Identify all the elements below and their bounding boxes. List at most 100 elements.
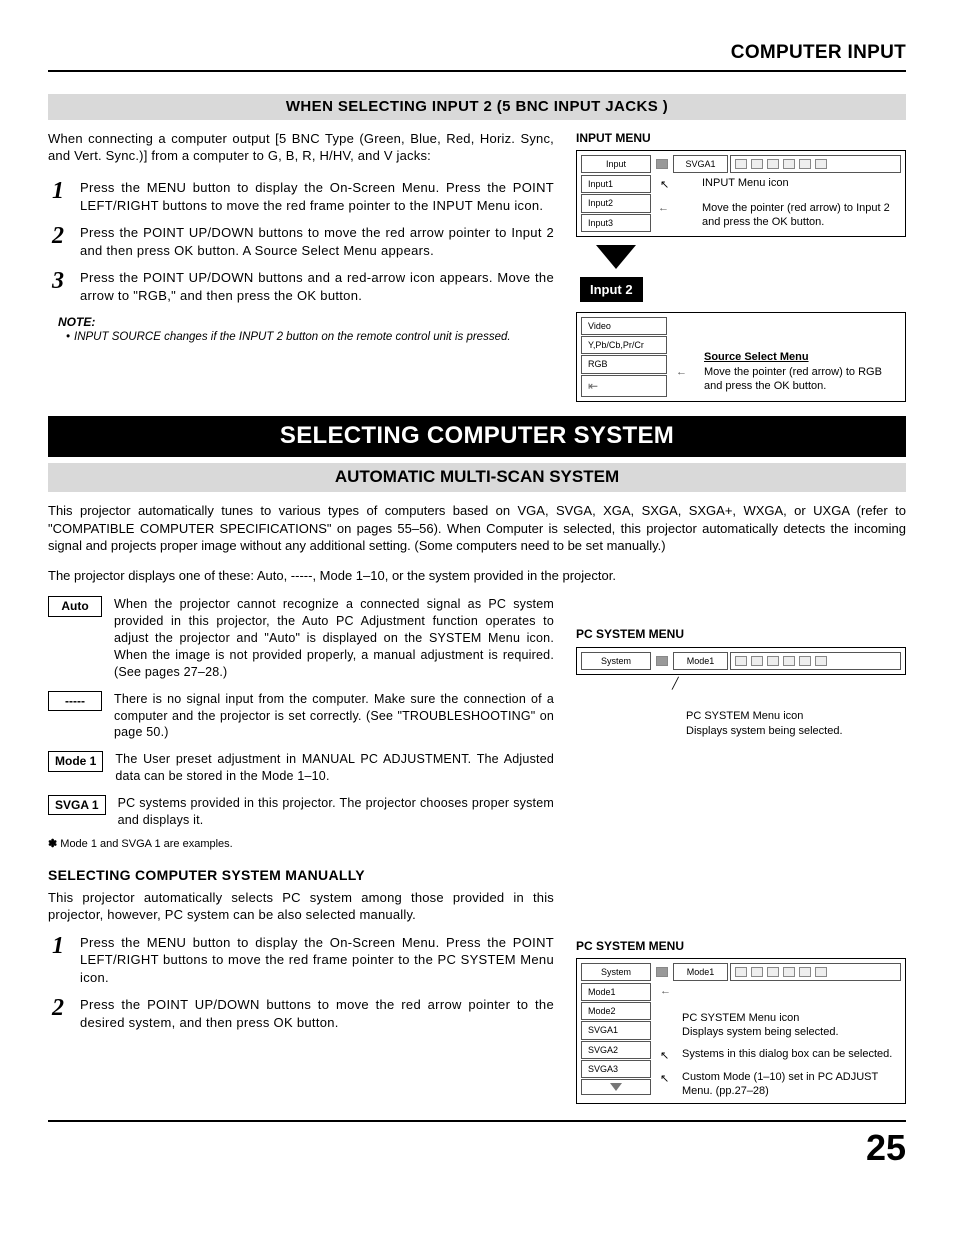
step-text: Press the MENU button to display the On-… [80, 179, 554, 214]
pc-system-menu-2: System Mode1 Mode1 Mode2 SVGA1 SVGA2 [576, 958, 906, 1104]
separator-icon [652, 651, 672, 671]
list-item: Mode1 [581, 983, 651, 1001]
pc-menu2-annot1: ← PC SYSTEM Menu icon Displays system be… [682, 982, 900, 1039]
menu-icon [735, 656, 747, 666]
pointer-line: ╱ [672, 677, 679, 691]
source-select-heading: Source Select Menu [704, 350, 898, 365]
step-number: 2 [48, 996, 68, 1031]
input2-tag: Input 2 [580, 277, 643, 303]
pc-system-menu-title-2: PC SYSTEM MENU [576, 938, 906, 954]
mode-footnote: Mode 1 and SVGA 1 are examples. [48, 837, 554, 852]
menu-icon [799, 159, 811, 169]
autoscan-p2: The projector displays one of these: Aut… [48, 567, 906, 585]
menu-mode-label: Mode1 [673, 652, 728, 670]
scroll-down-icon [581, 1079, 651, 1095]
menu-icon [767, 656, 779, 666]
menu-icon [751, 159, 763, 169]
menu-icon [815, 159, 827, 169]
source-list: Video Y,Pb/Cb,Pr/Cr RGB [580, 316, 670, 398]
autoscan-p1: This projector automatically tunes to va… [48, 502, 906, 555]
menu-icon [815, 967, 827, 977]
menu-icon-strip [730, 155, 901, 173]
menu-icon [767, 967, 779, 977]
subtitle-automatic-multiscan: AUTOMATIC MULTI-SCAN SYSTEM [48, 463, 906, 492]
step-number: 1 [48, 179, 68, 214]
step-number: 2 [48, 224, 68, 259]
list-item: Mode2 [581, 1002, 651, 1020]
menu-icon [783, 656, 795, 666]
input-menu-title: INPUT MENU [576, 130, 906, 146]
source-select-frame: Video Y,Pb/Cb,Pr/Cr RGB Source Select Me… [576, 312, 906, 402]
manual-intro: This projector automatically selects PC … [48, 889, 554, 924]
manual-step-2: 2 Press the POINT UP/DOWN buttons to mov… [48, 996, 554, 1031]
pc-menu2-annot3: ↖ Custom Mode (1–10) set in PC ADJUST Me… [682, 1070, 900, 1099]
page-header-title: COMPUTER INPUT [48, 40, 906, 72]
menu-label-system: System [581, 652, 651, 670]
arrow-icon: ← [676, 365, 687, 379]
pc-menu1-annot: ╱ PC SYSTEM Menu icon Displays system be… [576, 681, 906, 738]
menu-icon [735, 159, 747, 169]
subhead-manual: SELECTING COMPUTER SYSTEM MANUALLY [48, 866, 554, 885]
menu-label-input: Input [581, 155, 651, 173]
pointer-line: ↖ [660, 1072, 669, 1086]
arrow-icon: ← [658, 201, 669, 215]
mode-mode1: Mode 1 The User preset adjustment in MAN… [48, 751, 554, 785]
menu-icon [751, 656, 763, 666]
pointer-line: ↖ [660, 1049, 669, 1063]
mode-desc: There is no signal input from the comput… [114, 691, 554, 742]
intro-text: When connecting a computer output [5 BNC… [48, 130, 554, 165]
mode-blank: ----- There is no signal input from the … [48, 691, 554, 742]
big-down-arrow-icon [596, 245, 636, 269]
menu-icon [783, 159, 795, 169]
list-item: Input1 [581, 175, 651, 193]
list-item: SVGA1 [581, 1021, 651, 1039]
mode-badge: Mode 1 [48, 751, 103, 771]
step-2: 2 Press the POINT UP/DOWN buttons to mov… [48, 224, 554, 259]
step-text: Press the POINT UP/DOWN buttons and a re… [80, 269, 554, 304]
mode-badge: ----- [48, 691, 102, 711]
step-text: Press the POINT UP/DOWN buttons to move … [80, 996, 554, 1031]
step-number: 3 [48, 269, 68, 304]
menu-icon [767, 159, 779, 169]
mode-badge: SVGA 1 [48, 795, 106, 815]
list-item: Video [581, 317, 667, 335]
list-item: SVGA3 [581, 1060, 651, 1078]
arrow-icon: ← [660, 984, 671, 998]
pc-system-menu-1: System Mode1 [576, 647, 906, 675]
pc-menu2-annot2: ↖ Systems in this dialog box can be sele… [682, 1047, 900, 1061]
mode-desc: PC systems provided in this projector. T… [118, 795, 554, 829]
list-item: RGB [581, 355, 667, 373]
step-3: 3 Press the POINT UP/DOWN buttons and a … [48, 269, 554, 304]
menu-icon [783, 967, 795, 977]
menu-icon-strip [730, 652, 901, 670]
pc-system-list: Mode1 Mode2 SVGA1 SVGA2 SVGA3 [580, 982, 654, 1100]
mode-svga1: SVGA 1 PC systems provided in this proje… [48, 795, 554, 829]
list-item: Y,Pb/Cb,Pr/Cr [581, 336, 667, 354]
page-number: 25 [48, 1120, 906, 1173]
mode-desc: When the projector cannot recognize a co… [114, 596, 554, 680]
menu-icon [799, 656, 811, 666]
menu-icon [735, 967, 747, 977]
menu-label-system: System [581, 963, 651, 981]
menu-icon-strip [730, 963, 901, 981]
pointer-line: ↖ [660, 178, 669, 192]
menu-system-label: SVGA1 [673, 155, 728, 173]
menu-icon [815, 656, 827, 666]
annot-input-menu-icon: ↖ INPUT Menu icon [702, 176, 898, 190]
step-1: 1 Press the MENU button to display the O… [48, 179, 554, 214]
annot-move-pointer: ← Move the pointer (red arrow) to Input … [702, 201, 898, 230]
list-item: SVGA2 [581, 1041, 651, 1059]
mode-desc: The User preset adjustment in MANUAL PC … [115, 751, 554, 785]
menu-icon [799, 967, 811, 977]
separator-icon [652, 154, 672, 174]
input-list: Input1 Input2 Input3 [580, 174, 654, 232]
menu-mode-label: Mode1 [673, 963, 728, 981]
separator-icon [652, 962, 672, 982]
step-text: Press the POINT UP/DOWN buttons to move … [80, 224, 554, 259]
return-icon [581, 375, 667, 397]
mode-badge: Auto [48, 596, 102, 616]
list-item: Input3 [581, 214, 651, 232]
step-text: Press the MENU button to display the On-… [80, 934, 554, 987]
note-body: INPUT SOURCE changes if the INPUT 2 butt… [66, 330, 554, 346]
manual-step-1: 1 Press the MENU button to display the O… [48, 934, 554, 987]
